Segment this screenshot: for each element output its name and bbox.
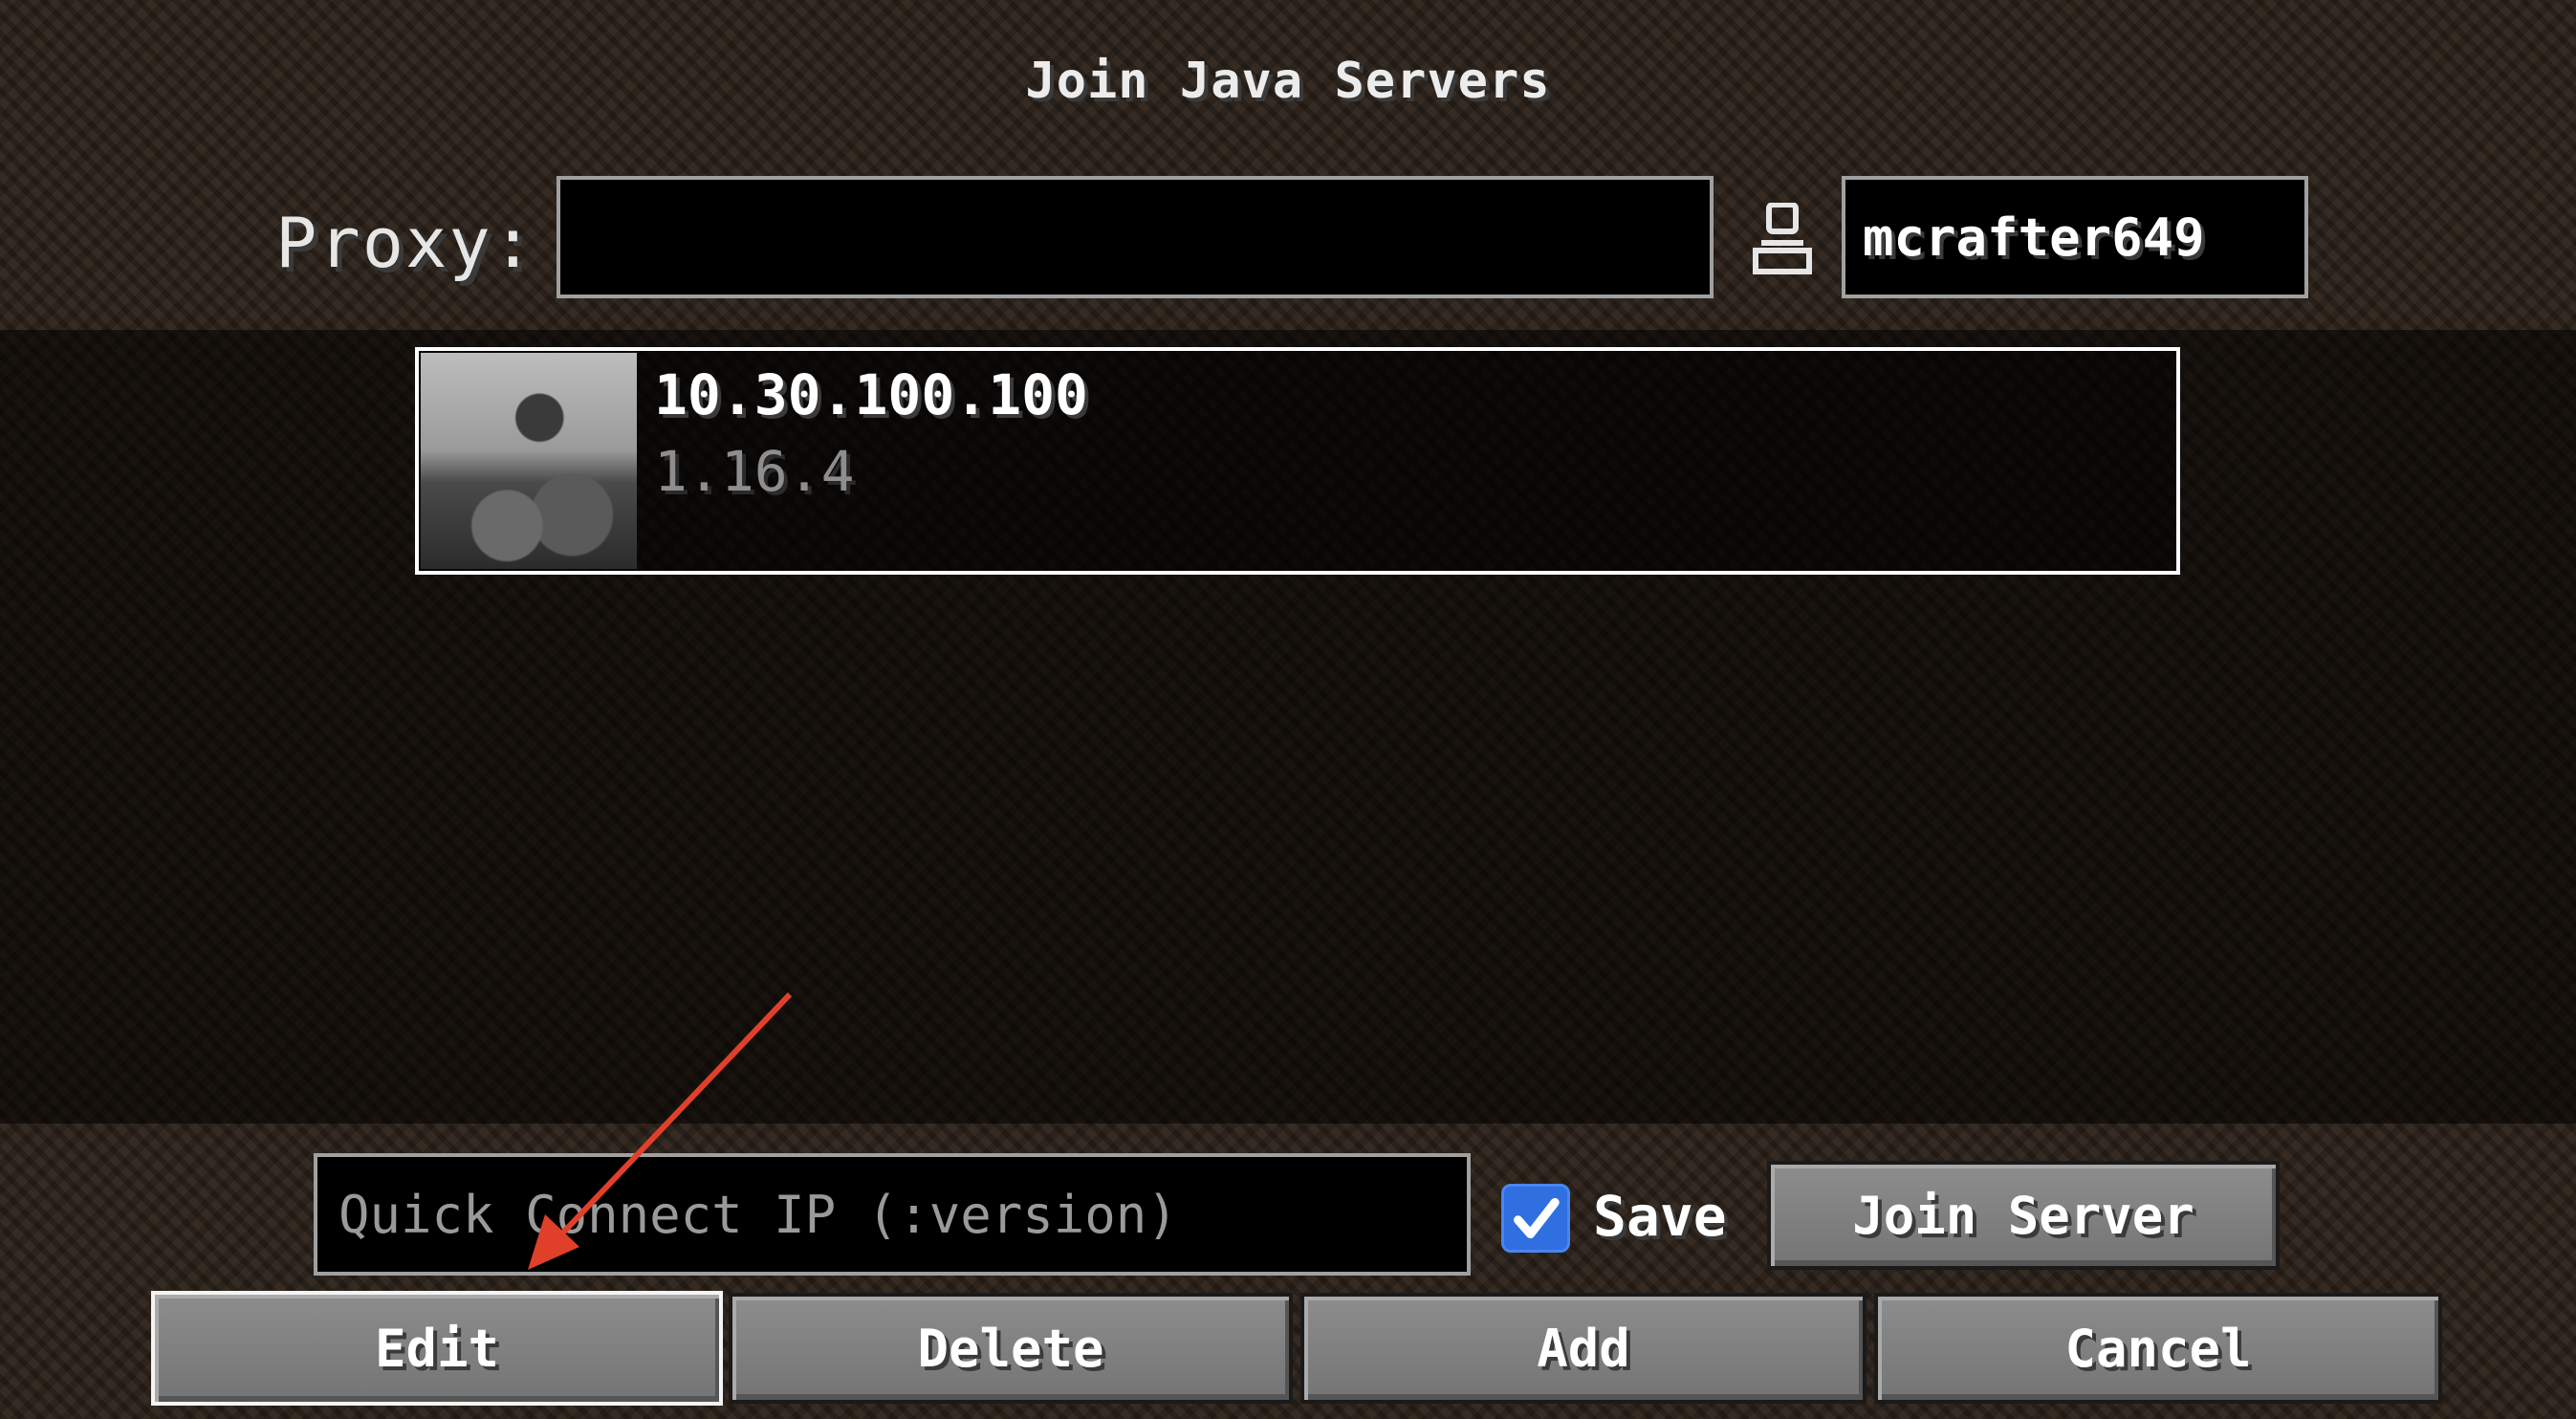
join-server-button[interactable]: Join Server (1767, 1161, 2280, 1270)
server-version: 1.16.4 (654, 439, 855, 504)
server-thumbnail-icon (421, 353, 637, 569)
proxy-input[interactable] (557, 176, 1714, 298)
user-icon (1753, 203, 1812, 274)
save-label: Save (1593, 1184, 1727, 1249)
checkmark-icon (1514, 1197, 1560, 1239)
quick-connect-input[interactable]: Quick Connect IP (:version) (314, 1153, 1471, 1276)
add-button[interactable]: Add (1300, 1293, 1867, 1404)
edit-button[interactable]: Edit (151, 1291, 723, 1406)
username-field[interactable]: mcrafter649 (1842, 176, 2308, 298)
server-list-item[interactable]: 10.30.100.100 1.16.4 (415, 347, 2180, 575)
proxy-label: Proxy: (275, 203, 536, 283)
page-title: Join Java Servers (1025, 53, 1551, 110)
server-name: 10.30.100.100 (654, 362, 1088, 427)
cancel-button[interactable]: Cancel (1874, 1293, 2442, 1404)
delete-button[interactable]: Delete (729, 1293, 1293, 1404)
save-checkbox[interactable] (1501, 1184, 1570, 1253)
